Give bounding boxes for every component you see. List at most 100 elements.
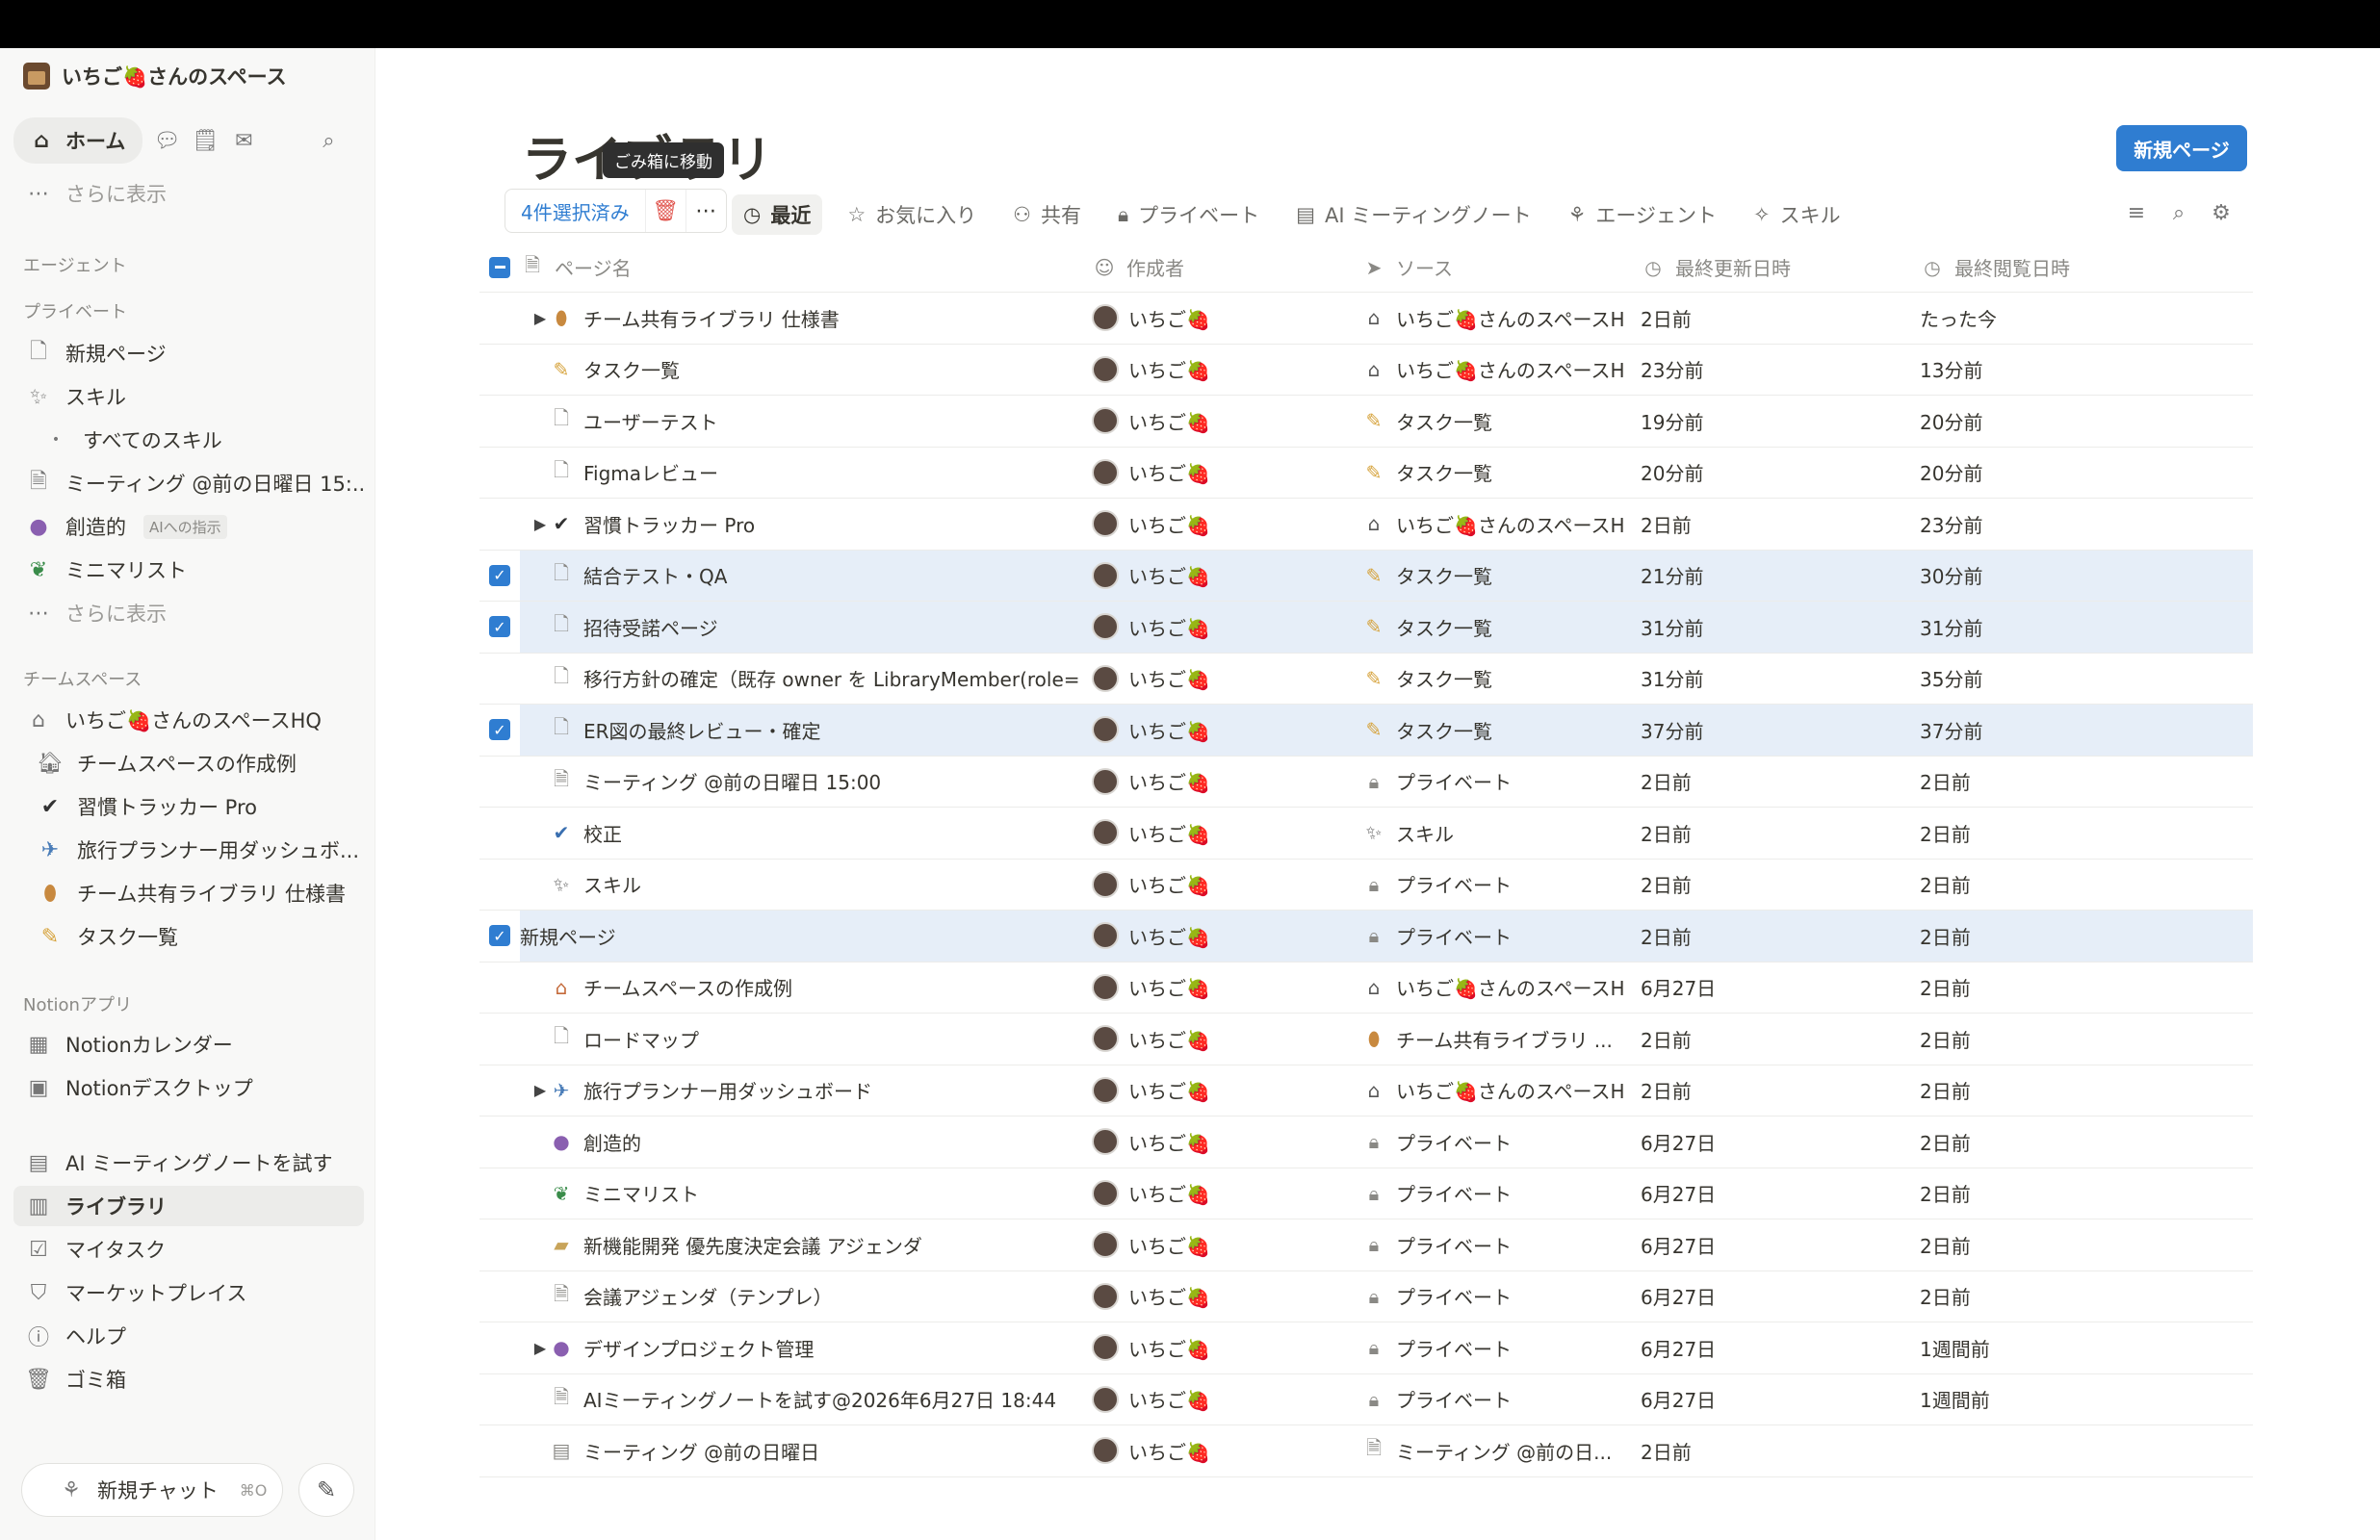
sidebar-item-desktop[interactable]: ▣ Notionデスクトップ: [13, 1067, 364, 1108]
row-page-name[interactable]: ▰ 新機能開発 優先度決定会議 アジェンダ: [549, 1231, 1080, 1259]
row-checkbox[interactable]: ✓: [479, 925, 520, 947]
tab-recent[interactable]: ◷ 最近: [732, 194, 823, 235]
workspace-switcher[interactable]: いちご🍓さんのスペース: [23, 62, 287, 90]
row-source[interactable]: 🔒︎ プライベート: [1361, 1385, 1641, 1413]
col-viewed[interactable]: ◷ 最終閲覧日時: [1920, 253, 2209, 281]
selection-count[interactable]: 4件選択済み: [505, 197, 645, 225]
table-row[interactable]: ✓ 新規ページ いちご🍓 🔒︎ プライベート 2日前 2日前: [479, 911, 2253, 962]
new-page-button[interactable]: 新規ページ: [2116, 125, 2247, 171]
tab-ai-meeting[interactable]: ▤ AI ミーティングノート: [1284, 194, 1542, 235]
row-page-name[interactable]: ❦ ミニマリスト: [549, 1179, 1080, 1207]
row-page-name[interactable]: ✨︎ スキル: [549, 870, 1080, 898]
row-page-name[interactable]: ⬮ チーム共有ライブラリ 仕様書: [549, 304, 1080, 332]
sidebar-item-new-page[interactable]: 🗋 新規ページ: [13, 333, 364, 373]
sidebar-item-skill[interactable]: ✨︎ スキル: [13, 376, 364, 417]
row-page-name[interactable]: 🗋 移行方針の確定（既存 owner を LibraryMember(role=o…: [549, 662, 1080, 695]
sidebar-item-library-spec[interactable]: ⬮ チーム共有ライブラリ 仕様書: [13, 873, 364, 913]
row-source[interactable]: ⬮ チーム共有ライブラリ ...: [1361, 1025, 1641, 1053]
sidebar-item-meeting[interactable]: 🗎 ミーティング @前の日曜日 15:...: [13, 463, 364, 503]
sidebar-item-tasks[interactable]: ✎ タスク一覧: [13, 916, 364, 957]
row-page-name[interactable]: 🗋 ER図の最終レビュー・確定: [549, 713, 1080, 746]
sidebar-item-my-tasks[interactable]: ☑ マイタスク: [13, 1229, 364, 1270]
tab-private[interactable]: 🔒︎ プライベート: [1106, 194, 1271, 235]
row-page-name[interactable]: ✔ 校正: [549, 819, 1080, 847]
row-page-name[interactable]: ● 創造的: [549, 1128, 1080, 1156]
row-page-name[interactable]: 🗎 ミーティング @前の日曜日 15:00: [549, 765, 1080, 798]
row-source[interactable]: 🔒︎ プライベート: [1361, 1334, 1641, 1362]
row-source[interactable]: ✎ タスク一覧: [1361, 561, 1641, 589]
show-more-2[interactable]: ⋯ さらに表示: [13, 593, 364, 633]
sidebar-item-ai-meeting[interactable]: ▤ AI ミーティングノートを試す: [13, 1142, 364, 1183]
row-source[interactable]: ✨︎ スキル: [1361, 819, 1641, 847]
table-row[interactable]: ● 創造的 いちご🍓 🔒︎ プライベート 6月27日 2日前: [479, 1116, 2253, 1168]
sidebar-item-travel[interactable]: ✈ 旅行プランナー用ダッシュボ...: [13, 830, 364, 870]
table-row[interactable]: ❦ ミニマリスト いちご🍓 🔒︎ プライベート 6月27日 2日前: [479, 1168, 2253, 1219]
col-author[interactable]: ☺ 作成者: [1092, 253, 1361, 281]
table-row[interactable]: 🗋 ロードマップ いちご🍓 ⬮ チーム共有ライブラリ ... 2日前 2日前: [479, 1014, 2253, 1065]
row-page-name[interactable]: ✈ 旅行プランナー用ダッシュボード: [549, 1076, 1080, 1104]
row-source[interactable]: 🔒︎ プライベート: [1361, 922, 1641, 950]
table-row[interactable]: ▶ ⬮ チーム共有ライブラリ 仕様書 いちご🍓 ⌂ いちご🍓さんのスペースH 2日前 たった今: [479, 293, 2253, 345]
table-row[interactable]: ▶ ● デザインプロジェクト管理 いちご🍓 🔒︎ プライベート 6月27日 1週間前: [479, 1322, 2253, 1374]
filter-icon[interactable]: ≡: [2122, 198, 2151, 227]
row-page-name[interactable]: 🗋 結合テスト・QA: [549, 559, 1080, 592]
col-source[interactable]: ➤ ソース: [1361, 253, 1641, 281]
sidebar-item-trash[interactable]: 🗑︎ ゴミ箱: [13, 1359, 364, 1399]
row-source[interactable]: ⌂ いちご🍓さんのスペースH: [1361, 355, 1641, 383]
table-row[interactable]: ✔ 校正 いちご🍓 ✨︎ スキル 2日前 2日前: [479, 808, 2253, 860]
search-icon[interactable]: ⌕: [314, 126, 343, 155]
inbox-icon[interactable]: ✉︎: [229, 126, 258, 155]
row-page-name[interactable]: ▤ ミーティング @前の日曜日: [549, 1437, 1080, 1465]
sidebar-item-team-hq[interactable]: ⌂ いちご🍓さんのスペースHQ: [13, 700, 364, 740]
row-page-name[interactable]: 🗋 Figmaレビュー: [549, 456, 1080, 489]
sidebar-item-library[interactable]: ▥ ライブラリ: [13, 1186, 364, 1226]
row-page-name[interactable]: ✔ 習慣トラッカー Pro: [549, 510, 1080, 538]
table-row[interactable]: ▤ ミーティング @前の日曜日 いちご🍓 🗎 ミーティング @前の日... 2日前: [479, 1425, 2253, 1477]
row-page-name[interactable]: 🗋 招待受諾ページ: [549, 610, 1080, 643]
compose-button[interactable]: ✎: [298, 1463, 354, 1517]
row-source[interactable]: 🔒︎ プライベート: [1361, 1231, 1641, 1259]
table-row[interactable]: 🗎 会議アジェンダ（テンプレ） いちご🍓 🔒︎ プライベート 6月27日 2日前: [479, 1271, 2253, 1322]
settings-icon[interactable]: ⚙: [2207, 198, 2236, 227]
row-source[interactable]: ✎ タスク一覧: [1361, 716, 1641, 744]
chat-icon[interactable]: 💬︎: [152, 126, 181, 155]
meeting-notes-icon[interactable]: 🗒︎: [191, 126, 220, 155]
sidebar-item-minimalist[interactable]: ❦ ミニマリスト: [13, 550, 364, 590]
row-source[interactable]: ⌂ いちご🍓さんのスペースH: [1361, 1076, 1641, 1104]
col-name[interactable]: 🗎 ページ名: [520, 251, 1051, 284]
show-more-1[interactable]: ⋯ さらに表示: [13, 173, 364, 214]
table-row[interactable]: ▰ 新機能開発 優先度決定会議 アジェンダ いちご🍓 🔒︎ プライベート 6月27日 2日前: [479, 1219, 2253, 1271]
table-row[interactable]: 🗋 Figmaレビュー いちご🍓 ✎ タスク一覧 20分前 20分前: [479, 448, 2253, 499]
table-row[interactable]: ✨︎ スキル いちご🍓 🔒︎ プライベート 2日前 2日前: [479, 860, 2253, 911]
trash-icon[interactable]: 🗑︎: [644, 190, 686, 232]
home-button[interactable]: ⌂ ホーム: [13, 117, 143, 164]
row-source[interactable]: 🔒︎ プライベート: [1361, 1282, 1641, 1310]
table-row[interactable]: ▶ ✈ 旅行プランナー用ダッシュボード いちご🍓 ⌂ いちご🍓さんのスペースH 2日前 2日前: [479, 1065, 2253, 1116]
row-source[interactable]: 🔒︎ プライベート: [1361, 767, 1641, 795]
table-row[interactable]: ✎ タスク一覧 いちご🍓 ⌂ いちご🍓さんのスペースH 23分前 13分前: [479, 345, 2253, 396]
row-page-name[interactable]: 🗋 ロードマップ: [549, 1022, 1080, 1055]
row-source[interactable]: ⌂ いちご🍓さんのスペースH: [1361, 510, 1641, 538]
sidebar-item-calendar[interactable]: ▦ Notionカレンダー: [13, 1024, 364, 1065]
row-page-name[interactable]: ⌂ チームスペースの作成例: [549, 973, 1080, 1001]
tab-skills[interactable]: ✧ スキル: [1742, 194, 1852, 235]
row-page-name[interactable]: 🗎 会議アジェンダ（テンプレ）: [549, 1280, 1080, 1313]
tab-agents[interactable]: ⚘ エージェント: [1557, 194, 1728, 235]
table-row[interactable]: 🗋 移行方針の確定（既存 owner を LibraryMember(role=o…: [479, 654, 2253, 705]
table-row[interactable]: ✓ 🗋 招待受諾ページ いちご🍓 ✎ タスク一覧 31分前 31分前: [479, 602, 2253, 654]
table-row[interactable]: ▶ ✔ 習慣トラッカー Pro いちご🍓 ⌂ いちご🍓さんのスペースH 2日前 23分前: [479, 499, 2253, 551]
table-row[interactable]: 🗎 AIミーティングノートを試す@2026年6月27日 18:44 いちご🍓 🔒︎ プラ…: [479, 1374, 2253, 1425]
row-checkbox[interactable]: ✓: [479, 564, 520, 586]
row-page-name[interactable]: 新規ページ: [520, 922, 1051, 950]
search-icon[interactable]: ⌕: [2164, 198, 2193, 227]
row-source[interactable]: 🔒︎ プライベート: [1361, 1128, 1641, 1156]
sidebar-item-creative[interactable]: ● 創造的 AIへの指示: [13, 506, 364, 547]
more-icon[interactable]: ⋯: [685, 190, 726, 232]
row-page-name[interactable]: ● デザインプロジェクト管理: [549, 1334, 1080, 1362]
row-page-name[interactable]: ✎ タスク一覧: [549, 355, 1080, 383]
row-page-name[interactable]: 🗎 AIミーティングノートを試す@2026年6月27日 18:44: [549, 1383, 1080, 1416]
sidebar-item-team-example[interactable]: 🏠︎ チームスペースの作成例: [13, 743, 364, 783]
tab-favorites[interactable]: ☆ お気に入り: [836, 194, 988, 235]
row-source[interactable]: ⌂ いちご🍓さんのスペースH: [1361, 973, 1641, 1001]
row-checkbox[interactable]: ✓: [479, 719, 520, 741]
